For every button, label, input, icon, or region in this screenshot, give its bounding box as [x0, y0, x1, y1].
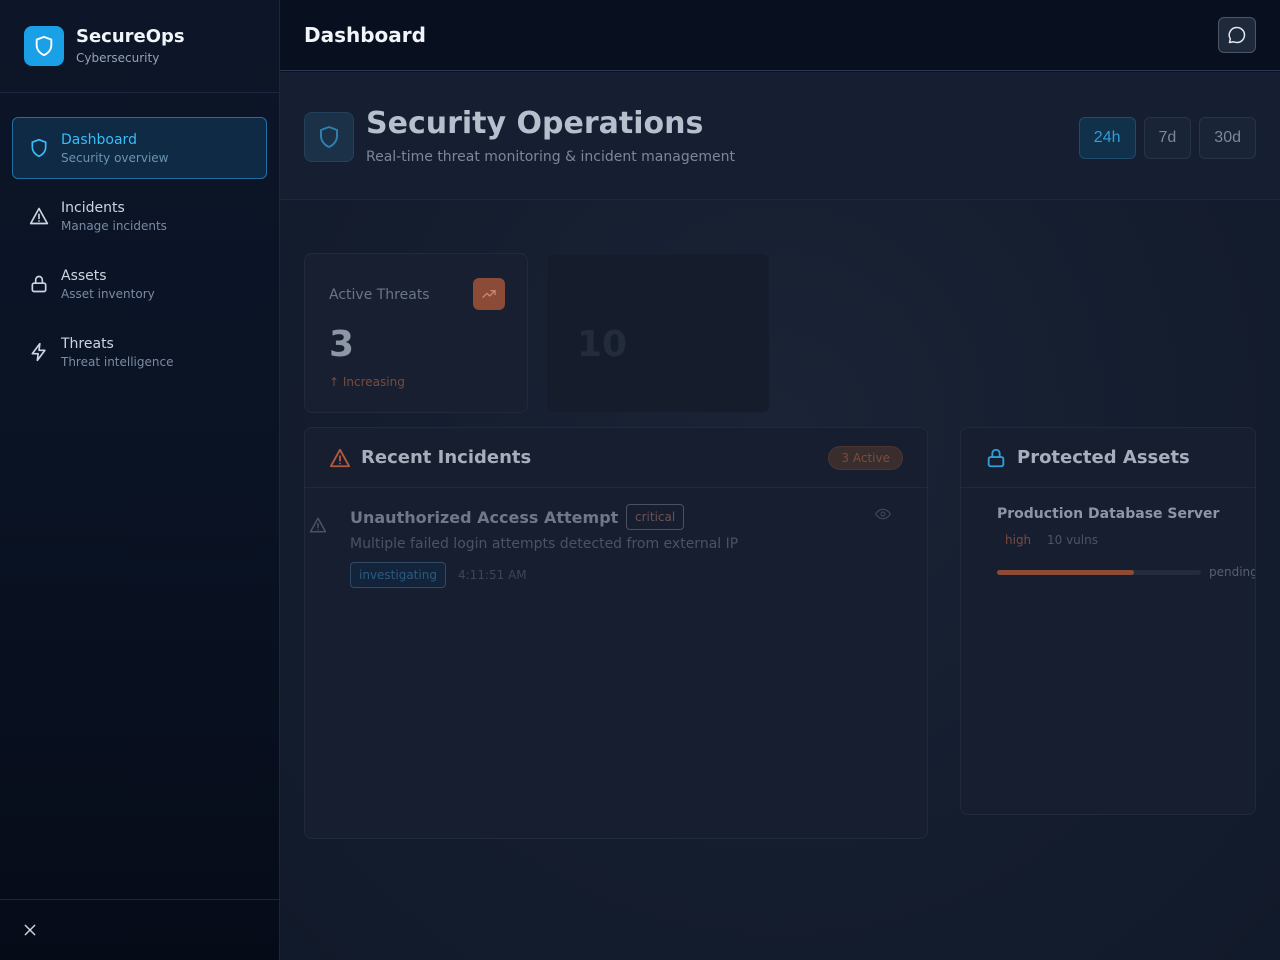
brand-subtitle: Cybersecurity — [76, 51, 160, 65]
shield-icon — [304, 112, 354, 162]
chat-icon — [1227, 25, 1247, 45]
lock-icon — [29, 274, 49, 294]
sidebar: SecureOps Cybersecurity Dashboard Securi… — [0, 0, 280, 960]
sidebar-item-description: Threat intelligence — [61, 354, 174, 369]
close-icon[interactable] — [22, 922, 38, 938]
brand: SecureOps Cybersecurity — [0, 0, 279, 93]
stat-card-secondary: 10 — [546, 253, 770, 413]
sidebar-item-threats[interactable]: Threats Threat intelligence — [12, 321, 267, 383]
page-title: Dashboard — [304, 23, 426, 47]
sidebar-footer — [0, 899, 279, 960]
sidebar-item-assets[interactable]: Assets Asset inventory — [12, 253, 267, 315]
chat-button[interactable] — [1218, 17, 1256, 53]
shield-icon — [29, 138, 49, 158]
shield-icon — [24, 26, 64, 66]
criticality-badge: high — [1005, 533, 1032, 547]
sidebar-item-description: Asset inventory — [61, 286, 155, 301]
lock-icon — [985, 447, 1007, 469]
zap-icon — [29, 342, 49, 362]
asset-name: Production Database Server — [997, 506, 1220, 522]
sidebar-item-description: Security overview — [61, 150, 169, 165]
stat-card-active-threats: Active Threats 3 ↑ Increasing — [304, 253, 528, 413]
incident-description: Multiple failed login attempts detected … — [350, 536, 739, 552]
panel-header: Protected Assets — [961, 428, 1255, 488]
app-root: SecureOps Cybersecurity Dashboard Securi… — [0, 0, 1280, 960]
stat-value: 10 — [577, 324, 628, 365]
sidebar-item-label: Dashboard — [61, 131, 137, 148]
eye-icon[interactable] — [875, 506, 891, 522]
list-item[interactable]: Unauthorized Access Attempt critical Mul… — [305, 488, 927, 604]
panel-title: Protected Assets — [1017, 447, 1190, 468]
sidebar-nav: Dashboard Security overview Incidents Ma… — [0, 93, 279, 413]
asset-status: pending — [1209, 565, 1256, 579]
sidebar-item-label: Incidents — [61, 199, 125, 216]
vuln-count: 10 vulns — [1047, 533, 1098, 547]
section-subtitle: Real-time threat monitoring & incident m… — [366, 149, 735, 165]
incident-title: Unauthorized Access Attempt — [350, 508, 619, 527]
trending-up-icon — [473, 278, 505, 310]
alert-triangle-icon — [309, 516, 327, 534]
stat-value: 3 — [329, 324, 355, 365]
time-range-selector: 24h 7d 30d — [1071, 117, 1256, 159]
panel-title: Recent Incidents — [361, 447, 532, 468]
topbar: Dashboard — [280, 0, 1280, 71]
sidebar-item-description: Manage incidents — [61, 218, 167, 233]
range-7d-button[interactable]: 7d — [1143, 117, 1192, 159]
protected-assets-panel: Protected Assets Production Database Ser… — [960, 427, 1256, 815]
stat-trend: ↑ Increasing — [329, 375, 405, 389]
range-24h-button[interactable]: 24h — [1078, 117, 1136, 159]
main-content: Security Operations Real-time threat mon… — [280, 72, 1280, 960]
sidebar-item-label: Assets — [61, 267, 107, 284]
severity-badge: critical — [626, 504, 685, 530]
stat-label: Active Threats — [329, 287, 430, 303]
recent-incidents-panel: Recent Incidents 3 Active Unauthorized A… — [304, 427, 928, 839]
sidebar-item-label: Threats — [61, 335, 114, 352]
section-title: Security Operations — [366, 106, 704, 141]
sidebar-item-incidents[interactable]: Incidents Manage incidents — [12, 185, 267, 247]
sidebar-item-dashboard[interactable]: Dashboard Security overview — [12, 117, 267, 179]
incident-timestamp: 4:11:51 AM — [458, 568, 527, 582]
panel-header: Recent Incidents 3 Active — [305, 428, 927, 488]
status-badge: investigating — [350, 562, 446, 588]
alert-triangle-icon — [29, 206, 49, 226]
asset-progress-bar — [997, 570, 1201, 575]
range-30d-button[interactable]: 30d — [1199, 117, 1256, 159]
alert-triangle-icon — [329, 447, 351, 469]
dashboard-header: Security Operations Real-time threat mon… — [280, 72, 1280, 200]
active-count-badge: 3 Active — [828, 445, 903, 470]
brand-name: SecureOps — [76, 26, 185, 47]
asset-progress-fill — [997, 570, 1134, 575]
